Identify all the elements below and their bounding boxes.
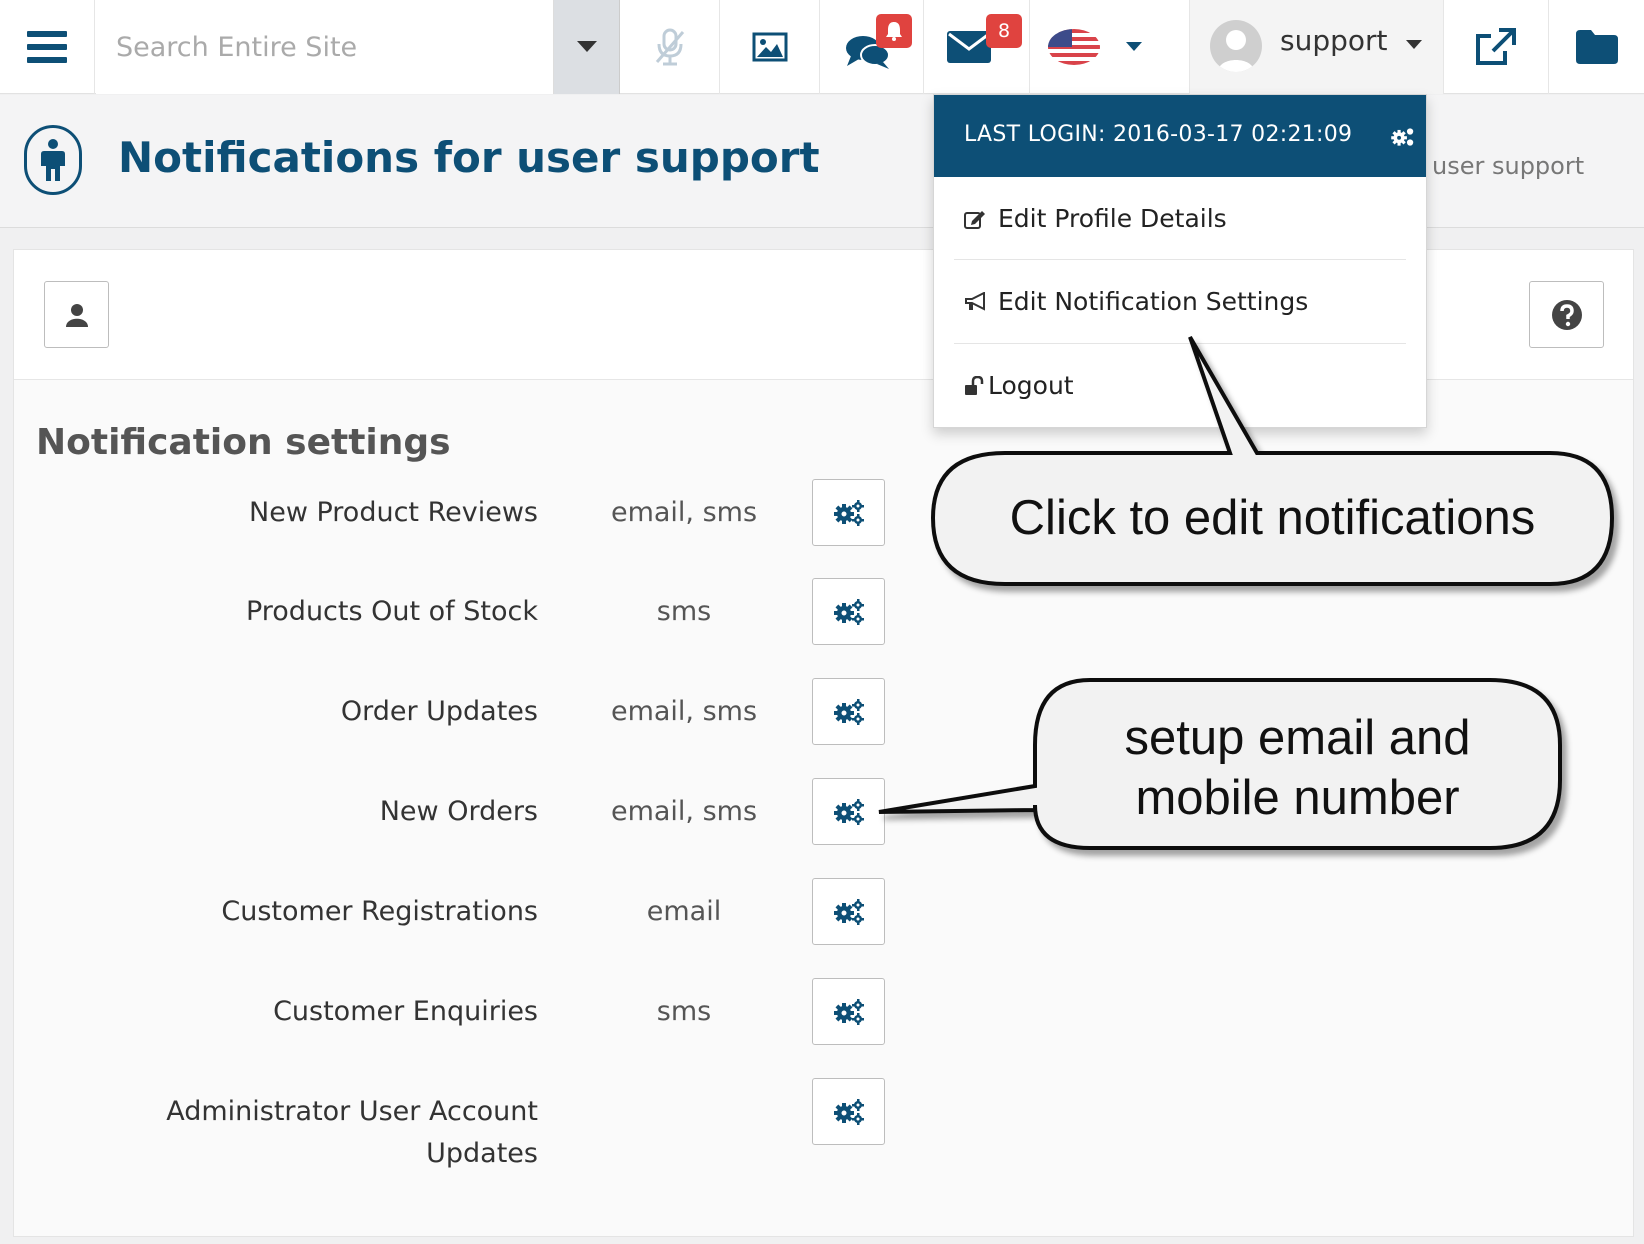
notification-label: Customer Enquiries (273, 996, 538, 1027)
male-user-icon (24, 125, 82, 195)
last-login-header: LAST LOGIN: 2016-03-17 02:21:09 (934, 95, 1426, 177)
notification-settings-button[interactable] (812, 978, 885, 1045)
user-menu-toggle[interactable]: support (1190, 0, 1444, 94)
notification-channels: email, sms (610, 497, 758, 528)
callout-bottom-line1: setup email and (1124, 711, 1471, 765)
language-selector[interactable] (1030, 0, 1190, 94)
voice-search-button[interactable] (620, 0, 720, 94)
user-avatar-icon (1210, 20, 1262, 72)
notification-label: Products Out of Stock (245, 596, 538, 627)
breadcrumb: user support (1432, 152, 1585, 180)
notification-channels: email, sms (610, 796, 758, 827)
notification-label: Administrator User Account (166, 1096, 538, 1127)
chevron-down-icon (576, 41, 597, 52)
gears-icon (833, 998, 865, 1026)
user-button[interactable] (44, 281, 109, 348)
comments-button[interactable] (820, 0, 924, 94)
media-button[interactable] (720, 0, 820, 94)
notification-channels: email, sms (610, 696, 758, 727)
callout-top-text: Click to edit notifications (1009, 491, 1536, 545)
notification-label: New Orders (379, 796, 538, 827)
search-options-button[interactable] (554, 0, 620, 94)
logout-label: Logout (988, 371, 1074, 400)
folder-icon (1575, 30, 1618, 64)
search-input[interactable] (96, 0, 554, 94)
notification-label: Customer Registrations (221, 896, 538, 927)
user-icon (65, 303, 88, 327)
microphone-slash-icon (655, 28, 684, 66)
gears-icon (833, 1098, 865, 1126)
last-login-text: LAST LOGIN: 2016-03-17 02:21:09 (964, 122, 1353, 147)
image-icon (752, 32, 787, 62)
messages-button[interactable]: 8 (924, 0, 1030, 94)
chevron-down-icon (1406, 40, 1422, 49)
notification-settings-button[interactable] (812, 778, 885, 845)
notification-channels: sms (656, 596, 712, 627)
gears-icon (833, 898, 865, 926)
alerts-badge (876, 14, 912, 48)
menu-icon (27, 31, 67, 63)
notification-label: Order Updates (340, 696, 538, 727)
gears-icon[interactable] (1390, 126, 1416, 148)
chevron-down-icon (1125, 42, 1142, 51)
username-label: support (1280, 24, 1388, 57)
notification-channels: sms (656, 996, 712, 1027)
files-button[interactable] (1549, 0, 1644, 94)
edit-notification-settings-menu-item[interactable]: Edit Notification Settings (954, 260, 1406, 343)
notification-label: New Product Reviews (249, 497, 538, 528)
notification-settings-button[interactable] (812, 1078, 885, 1145)
notification-settings-button[interactable] (812, 479, 885, 546)
notification-settings-button[interactable] (812, 878, 885, 945)
callout-bottom-line2: mobile number (1135, 771, 1460, 825)
bell-icon (886, 22, 902, 41)
gears-icon (833, 598, 865, 626)
unlock-icon (954, 375, 988, 396)
help-button[interactable] (1529, 281, 1604, 348)
open-site-button[interactable] (1444, 0, 1549, 94)
edit-profile-label: Edit Profile Details (998, 204, 1227, 233)
page-title: Notifications for user support (118, 133, 820, 182)
question-circle-icon (1551, 299, 1582, 330)
menu-button[interactable] (0, 0, 95, 94)
notification-settings-button[interactable] (812, 578, 885, 645)
notification-label: Updates (426, 1138, 538, 1169)
edit-profile-menu-item[interactable]: Edit Profile Details (954, 177, 1406, 260)
edit-notification-settings-label: Edit Notification Settings (998, 287, 1309, 316)
gears-icon (833, 798, 865, 826)
user-dropdown-menu: LAST LOGIN: 2016-03-17 02:21:09 Edit Pro… (933, 94, 1427, 428)
top-navbar: 8 support (0, 0, 1644, 94)
section-title: Notification settings (36, 422, 451, 463)
notification-settings-button[interactable] (812, 678, 885, 745)
callout-bottom-text: setup email and mobile number (1040, 708, 1555, 828)
notification-channels: email (646, 896, 722, 927)
gears-icon (833, 698, 865, 726)
logout-menu-item[interactable]: Logout (954, 344, 1406, 427)
edit-icon (954, 209, 998, 229)
envelope-icon (946, 31, 991, 63)
external-link-icon (1476, 28, 1516, 65)
messages-badge: 8 (986, 14, 1022, 48)
bullhorn-icon (954, 291, 998, 312)
gears-icon (833, 499, 865, 527)
us-flag-icon (1047, 29, 1100, 65)
